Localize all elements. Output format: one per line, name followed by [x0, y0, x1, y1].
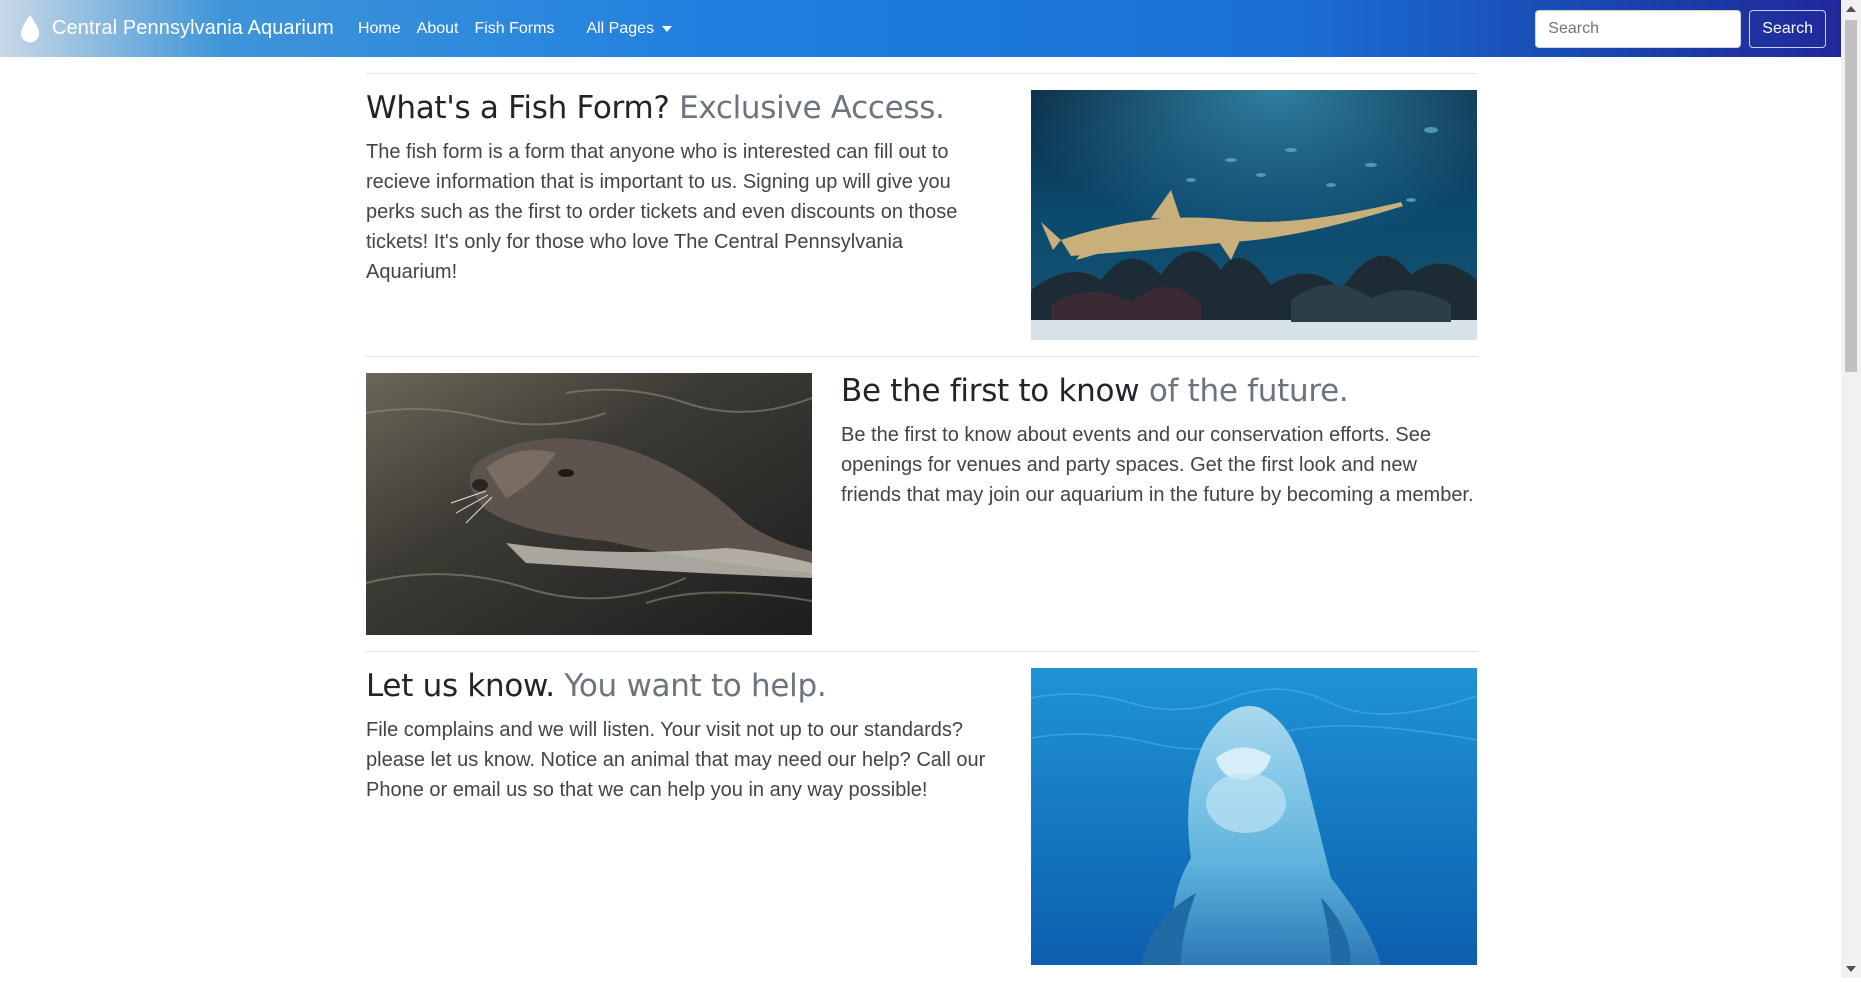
heading-muted: of the future. — [1148, 373, 1349, 409]
heading-muted: Exclusive Access. — [679, 90, 945, 126]
feature-text: The fish form is a form that anyone who … — [366, 141, 958, 284]
nav-link-about[interactable]: About — [417, 20, 459, 38]
feature-fish-form: What's a Fish Form? Exclusive Access. Th… — [366, 74, 1477, 356]
heading-main: Be the first to know — [841, 373, 1140, 409]
water-drop-icon — [21, 14, 39, 42]
caret-down-icon — [662, 25, 673, 32]
all-pages-dropdown[interactable]: All Pages — [586, 19, 673, 38]
brand-link[interactable]: Central Pennsylvania Aquarium — [18, 14, 334, 44]
scroll-up-arrow-icon[interactable] — [1846, 6, 1856, 12]
feature-heading: Let us know. You want to help. — [366, 668, 991, 705]
dolphin-photo — [1031, 668, 1477, 965]
scroll-down-arrow-icon[interactable] — [1846, 966, 1856, 972]
feature-heading: What's a Fish Form? Exclusive Access. — [366, 90, 991, 127]
scroll-thumb[interactable] — [1845, 20, 1857, 372]
all-pages-label: All Pages — [586, 19, 655, 37]
page-scrollbar[interactable] — [1841, 0, 1861, 978]
feature-text: Be the first to know about events and ou… — [841, 424, 1474, 507]
heading-muted: You want to help. — [564, 668, 827, 704]
nav-links: Home About Fish Forms All Pages — [358, 19, 673, 38]
feature-heading: Be the first to know of the future. — [841, 373, 1477, 410]
feature-first-to-know: Be the first to know of the future. Be t… — [366, 357, 1477, 651]
nav-link-fish-forms[interactable]: Fish Forms — [474, 20, 554, 38]
top-navbar: Central Pennsylvania Aquarium Home About… — [0, 0, 1841, 57]
search-input[interactable] — [1535, 10, 1742, 48]
search-button[interactable]: Search — [1749, 10, 1826, 48]
feature-text: File complains and we will listen. Your … — [366, 719, 986, 802]
search-form: Search — [1535, 10, 1826, 48]
feature-let-us-know: Let us know. You want to help. File comp… — [366, 652, 1477, 982]
heading-main: What's a Fish Form? — [366, 90, 670, 126]
main-content: What's a Fish Form? Exclusive Access. Th… — [366, 57, 1477, 982]
heading-main: Let us know. — [366, 668, 555, 704]
brand-name: Central Pennsylvania Aquarium — [52, 17, 334, 39]
sea-lion-photo — [366, 373, 812, 635]
sawfish-aquarium-photo — [1031, 90, 1477, 340]
nav-link-home[interactable]: Home — [358, 20, 401, 38]
